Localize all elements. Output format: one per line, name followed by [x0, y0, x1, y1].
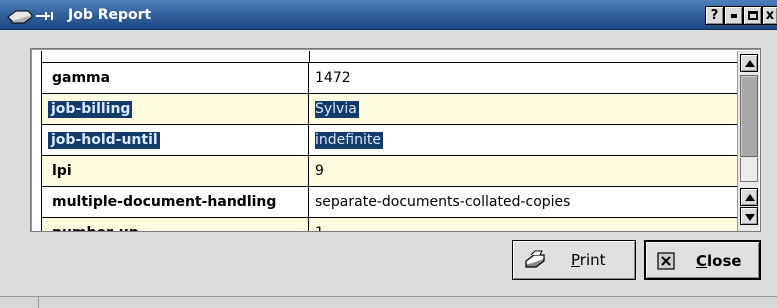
- scroll-down-button[interactable]: [740, 207, 758, 225]
- maximize-button[interactable]: [743, 6, 762, 25]
- table-row[interactable]: multiple-document-handling separate-docu…: [41, 186, 737, 217]
- window-title: Job Report: [68, 7, 152, 23]
- status-strip: [0, 296, 777, 308]
- arrow-up-icon: [745, 60, 755, 67]
- minimize-button[interactable]: [724, 6, 743, 25]
- attribute-value: Sylvia: [315, 101, 359, 118]
- close-button-label: Close: [696, 252, 742, 270]
- attribute-name: job-billing: [48, 101, 133, 118]
- attribute-value: separate-documents-collated-copies: [315, 194, 571, 210]
- table-row[interactable]: number-up 1: [41, 217, 737, 231]
- print-button-label: Print: [571, 251, 606, 269]
- window-close-button[interactable]: x: [762, 6, 777, 25]
- table-row[interactable]: job-billing Sylvia: [41, 93, 737, 124]
- attribute-value: 1: [315, 225, 324, 231]
- help-button[interactable]: ?: [705, 6, 724, 25]
- attribute-name: gamma: [52, 70, 111, 86]
- attribute-name: number-up: [52, 225, 139, 231]
- printer-icon: [523, 250, 545, 270]
- scrollbar-trough[interactable]: [740, 158, 758, 182]
- printer-window-icon: [6, 7, 66, 25]
- scroll-up-button[interactable]: [740, 54, 758, 72]
- close-button[interactable]: Close: [644, 240, 761, 280]
- attribute-name: job-hold-until: [48, 132, 160, 149]
- table-row[interactable]: gamma 1472: [41, 62, 737, 93]
- attribute-table-frame: gamma 1472 job-billing Sylvia job-hold-u…: [30, 48, 761, 232]
- attribute-name: multiple-document-handling: [52, 194, 277, 210]
- attribute-value: 1472: [315, 70, 351, 86]
- minimize-icon: [731, 14, 737, 18]
- table-row[interactable]: lpi 9: [41, 155, 737, 186]
- scrollbar-thumb[interactable]: [740, 75, 758, 157]
- print-button[interactable]: Print: [512, 240, 636, 280]
- arrow-up-icon: [745, 194, 755, 201]
- close-x-icon: [656, 251, 678, 271]
- attribute-value: 9: [315, 163, 324, 179]
- maximize-icon: [748, 11, 758, 20]
- attribute-table[interactable]: gamma 1472 job-billing Sylvia job-hold-u…: [33, 51, 737, 231]
- table-row[interactable]: job-hold-until indefinite: [41, 124, 737, 155]
- scroll-up-button-lower[interactable]: [740, 188, 758, 206]
- title-bar[interactable]: Job Report ? x: [0, 0, 777, 30]
- attribute-value: indefinite: [315, 132, 383, 149]
- vertical-scrollbar[interactable]: [737, 51, 759, 231]
- table-top-edge: [41, 51, 737, 62]
- arrow-down-icon: [745, 214, 755, 221]
- attribute-name: lpi: [52, 163, 72, 179]
